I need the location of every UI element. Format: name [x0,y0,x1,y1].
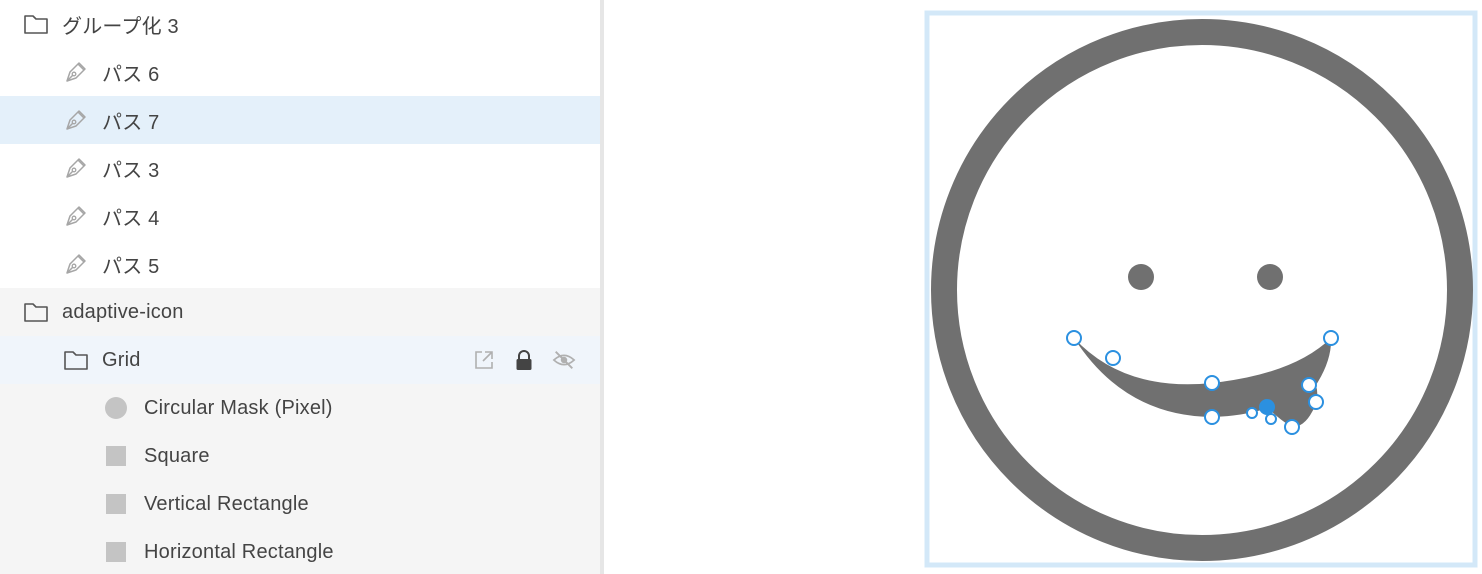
anchor-point [1301,377,1317,393]
anchor-point [1284,419,1300,435]
active-anchor-point[interactable] [1259,399,1275,415]
anchor-point [1308,394,1324,410]
square-shape-icon [102,442,130,470]
pen-path-icon [62,154,90,182]
layer-label: Vertical Rectangle [144,492,309,515]
layer-row-vertical-rectangle[interactable]: Vertical Rectangle [0,480,600,528]
external-link-icon[interactable] [472,348,496,372]
layer-label: パス 6 [102,63,160,86]
layer-label: Grid [102,348,141,371]
layer-label: パス 5 [102,255,160,278]
layer-row-square[interactable]: Square [0,432,600,480]
anchor-point [1323,330,1339,346]
folder-icon [22,10,50,38]
canvas-artwork [924,10,1478,568]
layer-row-horizontal-rectangle[interactable]: Horizontal Rectangle [0,528,600,574]
anchor-point [1105,350,1121,366]
layer-label: Circular Mask (Pixel) [144,396,333,419]
folder-icon [62,346,90,374]
lock-icon[interactable] [512,348,536,372]
anchor-point [1066,330,1082,346]
design-canvas[interactable] [604,0,1482,574]
left-eye-path[interactable] [1128,264,1154,290]
layer-row-actions [472,336,576,384]
pen-path-icon [62,202,90,230]
anchor-point [1204,375,1220,391]
hidden-eye-icon[interactable] [552,348,576,372]
layer-row-grid[interactable]: Grid [0,336,600,384]
anchor-point [1204,409,1220,425]
layer-row-path-3[interactable]: パス 3 [0,144,600,192]
pen-path-icon [62,250,90,278]
circle-shape-icon [102,394,130,422]
layer-label: グループ化 3 [62,15,179,38]
layer-row-adaptive-icon[interactable]: adaptive-icon [0,288,600,336]
layer-label: パス 7 [102,111,160,134]
layer-row-circular-mask[interactable]: Circular Mask (Pixel) [0,384,600,432]
layer-label: パス 4 [102,207,160,230]
layer-label: Square [144,444,210,467]
layer-row-group-3[interactable]: グループ化 3 [0,0,600,48]
pen-path-icon [62,106,90,134]
layer-row-path-7[interactable]: パス 7 [0,96,600,144]
square-shape-icon [102,538,130,566]
layer-row-path-4[interactable]: パス 4 [0,192,600,240]
square-shape-icon [102,490,130,518]
folder-icon [22,298,50,326]
layer-label: adaptive-icon [62,300,184,323]
control-handle-point [1246,407,1258,419]
right-eye-path[interactable] [1257,264,1283,290]
layer-row-path-6[interactable]: パス 6 [0,48,600,96]
control-handle-point [1265,413,1277,425]
layers-panel: グループ化 3 パス 6 パス 7 パス 3 パス 4 パス 5 adaptiv… [0,0,600,574]
layer-label: Horizontal Rectangle [144,540,334,563]
pen-path-icon [62,58,90,86]
layer-label: パス 3 [102,159,160,182]
layer-row-path-5[interactable]: パス 5 [0,240,600,288]
